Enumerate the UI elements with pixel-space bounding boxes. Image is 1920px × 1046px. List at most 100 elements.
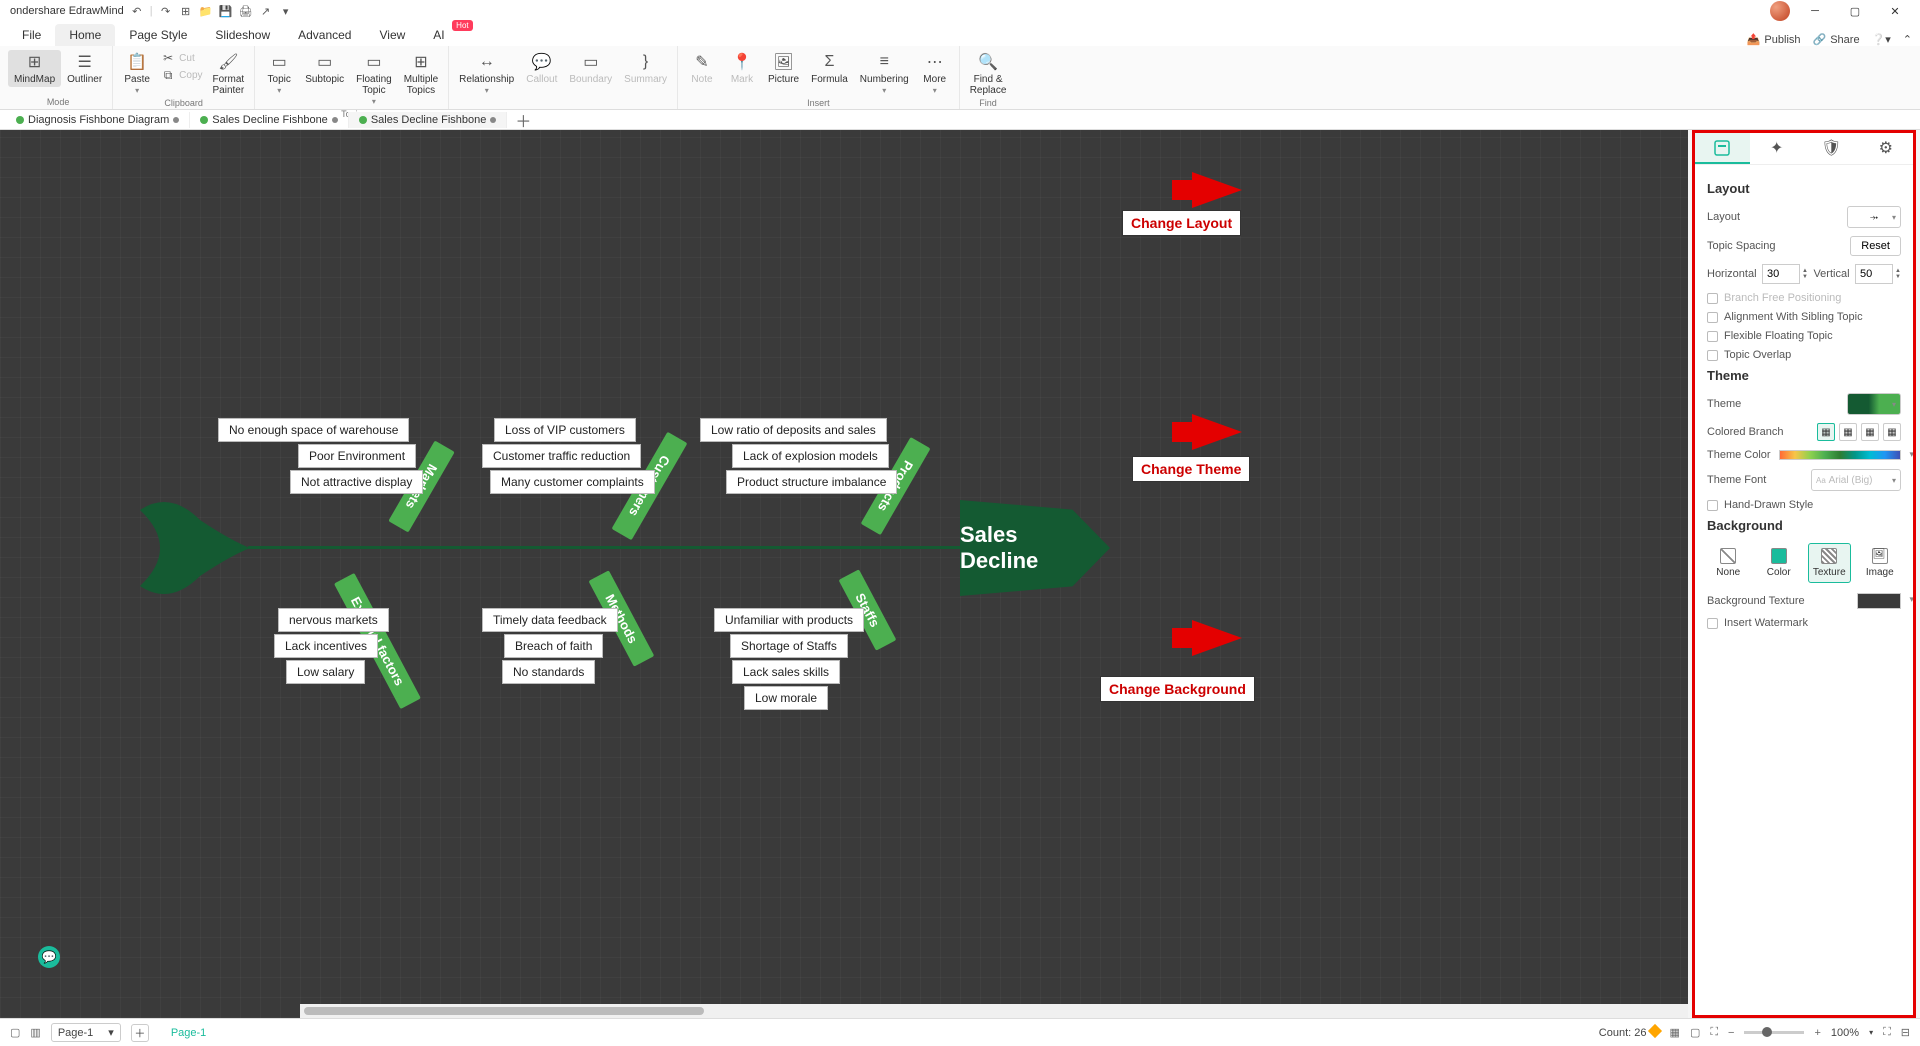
publish-button[interactable]: 📤Publish [1747,33,1801,46]
cause-box[interactable]: Shortage of Staffs [730,634,848,658]
relationship-button[interactable]: ↔Relationship [453,50,520,98]
floating-topic-button[interactable]: ▭Floating Topic [350,50,398,109]
bg-none[interactable]: None [1707,543,1750,583]
topic-overlap-checkbox[interactable]: Topic Overlap [1707,349,1901,361]
cause-box[interactable]: Low ratio of deposits and sales [700,418,887,442]
cause-box[interactable]: nervous markets [278,608,389,632]
chat-bubble-button[interactable]: 💬 [38,946,60,968]
horizontal-input[interactable] [1762,264,1800,284]
zoom-in-button[interactable]: + [1814,1027,1820,1039]
export-button[interactable]: ↗ [259,4,273,18]
cause-box[interactable]: Loss of VIP customers [494,418,636,442]
callout-button[interactable]: 💬Callout [520,50,563,87]
single-view-icon[interactable]: ▢ [1690,1026,1700,1039]
formula-button[interactable]: ΣFormula [805,50,854,87]
panel-tab-settings[interactable]: ⚙ [1859,133,1914,164]
panel-tab-security[interactable]: 🛡 [1804,133,1859,164]
subtopic-button[interactable]: ▭Subtopic [299,50,350,87]
redo-button[interactable]: ↷ [159,4,173,18]
cause-box[interactable]: Not attractive display [290,470,423,494]
branch-swatch-4[interactable]: ▦ [1883,423,1901,441]
format-painter-button[interactable]: 🖌Format Painter [207,50,251,98]
menu-view[interactable]: View [365,24,419,46]
cause-box[interactable]: Unfamiliar with products [714,608,864,632]
theme-font-select[interactable]: Aa Arial (Big) [1811,469,1901,491]
doctab-0[interactable]: Diagnosis Fishbone Diagram [6,112,190,128]
picture-button[interactable]: 🖼Picture [762,50,805,87]
numbering-button[interactable]: ≡Numbering [854,50,915,98]
cause-box[interactable]: Lack of explosion models [732,444,889,468]
bg-image[interactable]: 🖼Image [1859,543,1902,583]
zoom-level[interactable]: 100% [1831,1027,1859,1039]
fullscreen-icon[interactable]: ⛶ [1883,1026,1891,1039]
vertical-input[interactable] [1855,264,1893,284]
boundary-button[interactable]: ▭Boundary [563,50,618,87]
cause-box[interactable]: Low morale [744,686,828,710]
mindmap-mode-button[interactable]: ⊞MindMap [8,50,61,87]
multiple-topics-button[interactable]: ⊞Multiple Topics [398,50,444,98]
doctab-2[interactable]: Sales Decline Fishbone [349,112,508,128]
summary-button[interactable]: }Summary [618,50,673,87]
zoom-out-button[interactable]: − [1728,1027,1734,1039]
panel-tab-style[interactable]: ✦ [1750,133,1805,164]
copy-button[interactable]: ⧉Copy [157,67,206,83]
open-button[interactable]: 📁 [199,4,213,18]
flexible-floating-checkbox[interactable]: Flexible Floating Topic [1707,330,1901,342]
mark-button[interactable]: 📍Mark [722,50,762,87]
insert-watermark-checkbox[interactable]: Insert Watermark [1707,617,1901,629]
horizontal-scrollbar[interactable] [300,1004,1688,1018]
panel-tab-page[interactable] [1695,133,1750,164]
menu-advanced[interactable]: Advanced [284,24,365,46]
layout-select[interactable]: ⤞ [1847,206,1901,228]
cause-box[interactable]: Low salary [286,660,365,684]
cause-box[interactable]: Poor Environment [298,444,416,468]
cause-box[interactable]: Product structure imbalance [726,470,897,494]
find-replace-button[interactable]: 🔍Find & Replace [964,50,1013,98]
outline-view-icon[interactable]: ▢ [10,1026,20,1039]
add-page-button[interactable]: ＋ [131,1024,149,1042]
cause-box[interactable]: Timely data feedback [482,608,618,632]
bg-texture-select[interactable] [1857,593,1901,609]
fit-view-icon[interactable]: ⛶ [1710,1026,1718,1039]
branch-swatch-3[interactable]: ▦ [1861,423,1879,441]
page-tab[interactable]: Page-1 [159,1024,218,1042]
share-button[interactable]: 🔗Share [1813,33,1860,46]
page-selector[interactable]: Page-1▾ [51,1023,121,1042]
help-button[interactable]: ❔▾ [1872,33,1891,46]
theme-select[interactable] [1847,393,1901,415]
fish-head[interactable]: Sales Decline [960,500,1110,596]
outliner-mode-button[interactable]: ☰Outliner [61,50,108,87]
canvas[interactable]: Sales Decline Markets No enough space of… [0,130,1688,1018]
maximize-button[interactable]: ▢ [1840,1,1870,21]
cause-box[interactable]: Lack sales skills [732,660,840,684]
theme-color-picker[interactable] [1779,450,1901,460]
menu-page-style[interactable]: Page Style [115,24,201,46]
cause-box[interactable]: Many customer complaints [490,470,655,494]
align-sibling-checkbox[interactable]: Alignment With Sibling Topic [1707,311,1901,323]
bg-texture[interactable]: Texture [1808,543,1851,583]
cause-box[interactable]: Customer traffic reduction [482,444,641,468]
menu-home[interactable]: Home [55,24,115,46]
close-button[interactable]: ✕ [1880,1,1910,21]
zoom-slider[interactable] [1744,1031,1804,1034]
menu-ai[interactable]: AIHot [419,24,458,46]
print-button[interactable]: 🖨 [239,4,253,18]
focus-icon[interactable]: ⊟ [1901,1026,1910,1039]
cut-button[interactable]: ✂Cut [157,50,206,66]
pages-icon[interactable]: ▥ [30,1026,40,1039]
doctab-1[interactable]: Sales Decline Fishbone [190,112,349,128]
spinner-buttons[interactable]: ▲▼ [1802,268,1808,280]
branch-swatch-2[interactable]: ▦ [1839,423,1857,441]
save-button[interactable]: 💾 [219,4,233,18]
more-button[interactable]: ⋯More [915,50,955,98]
collapse-ribbon[interactable]: ⌃ [1903,33,1912,46]
hand-drawn-checkbox[interactable]: Hand-Drawn Style [1707,499,1901,511]
paste-button[interactable]: 📋Paste [117,50,157,98]
branch-swatch-1[interactable]: ▦ [1817,423,1835,441]
undo-button[interactable]: ↶ [130,4,144,18]
reset-button[interactable]: Reset [1850,236,1901,256]
menu-slideshow[interactable]: Slideshow [201,24,284,46]
new-button[interactable]: ⊞ [179,4,193,18]
spinner-buttons[interactable]: ▲▼ [1895,268,1901,280]
user-avatar[interactable] [1770,1,1790,21]
